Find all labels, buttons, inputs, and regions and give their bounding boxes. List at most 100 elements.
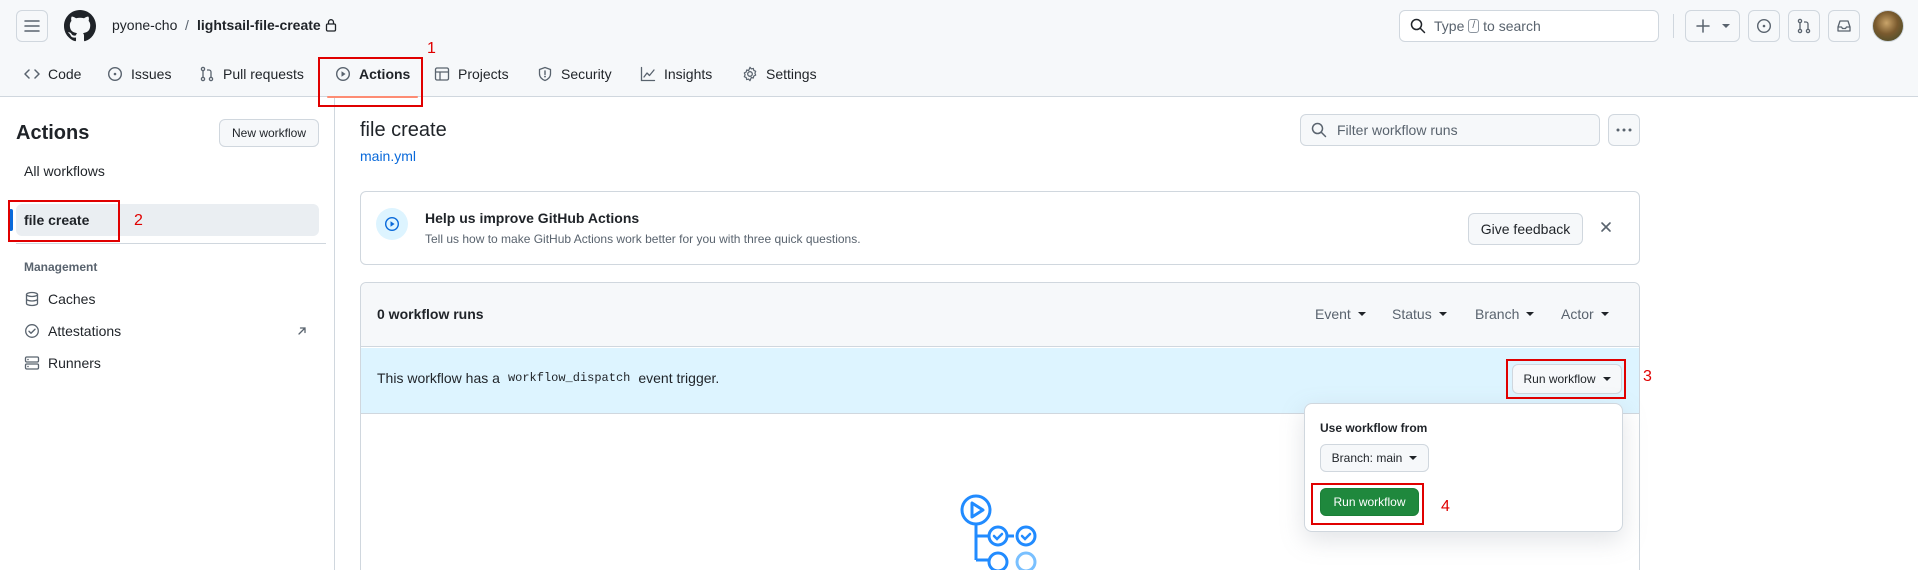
- dispatch-code: workflow_dispatch: [507, 371, 631, 385]
- chevron-down-icon: [1600, 312, 1609, 316]
- issues-button[interactable]: [1748, 10, 1780, 42]
- filter-label: Branch: [1475, 306, 1520, 322]
- hamburger-menu-button[interactable]: [16, 10, 48, 42]
- sidebar-item-attestations[interactable]: Attestations: [24, 322, 121, 340]
- sidebar-title: Actions: [16, 122, 90, 144]
- workflow-illustration-icon: [955, 490, 1045, 570]
- annotation-box-1: [318, 57, 423, 107]
- annotation-number-3: 3: [1643, 368, 1652, 385]
- chevron-down-icon: [1438, 312, 1447, 316]
- filter-label: Actor: [1561, 306, 1594, 322]
- search-input[interactable]: Type / to search: [1399, 10, 1659, 42]
- chevron-down-icon: [1357, 312, 1366, 316]
- annotation-number-4: 4: [1441, 498, 1450, 515]
- annotation-box-4: [1311, 483, 1424, 525]
- kebab-horizontal-icon: [1616, 128, 1632, 132]
- filter-workflow-runs-input[interactable]: Filter workflow runs: [1300, 114, 1600, 146]
- verified-icon: [25, 324, 39, 338]
- tab-insights[interactable]: Insights: [640, 60, 712, 88]
- play-icon: [384, 216, 400, 232]
- tab-label: Projects: [458, 66, 509, 82]
- pull-requests-button[interactable]: [1788, 10, 1820, 42]
- annotation-box-3: [1506, 359, 1626, 399]
- tab-label: Insights: [664, 66, 713, 82]
- management-heading: Management: [24, 260, 98, 274]
- issue-icon: [1756, 18, 1772, 34]
- tab-label: Code: [48, 66, 82, 82]
- database-icon: [25, 291, 39, 307]
- tab-label: Settings: [766, 66, 817, 82]
- dispatch-trigger-text: This workflow has a workflow_dispatch ev…: [377, 370, 719, 386]
- sidebar-item-runners[interactable]: Runners: [24, 354, 101, 372]
- search-icon: [1311, 122, 1327, 138]
- sidebar-divider: [16, 243, 326, 244]
- actor-filter-dropdown[interactable]: Actor: [1561, 306, 1609, 322]
- dispatch-prefix: This workflow has a: [377, 370, 500, 386]
- plus-icon: [1695, 19, 1710, 33]
- feedback-title: Help us improve GitHub Actions: [425, 210, 640, 226]
- tab-code[interactable]: Code: [24, 60, 81, 88]
- annotation-box-2: [8, 200, 120, 242]
- dispatch-suffix: event trigger.: [638, 370, 720, 386]
- breadcrumb-owner[interactable]: pyone-cho: [112, 16, 177, 34]
- tab-label: Issues: [131, 66, 172, 82]
- tab-pull-requests[interactable]: Pull requests: [199, 60, 304, 88]
- server-icon: [24, 356, 40, 370]
- lock-icon: [325, 18, 337, 32]
- search-suffix: to search: [1483, 18, 1541, 34]
- search-prefix: Type: [1434, 18, 1465, 34]
- breadcrumb-repo[interactable]: lightsail-file-create: [197, 16, 321, 34]
- status-filter-dropdown[interactable]: Status: [1392, 306, 1447, 322]
- use-workflow-from-heading: Use workflow from: [1320, 421, 1428, 435]
- filter-label: Status: [1392, 306, 1432, 322]
- annotation-number-1: 1: [427, 40, 436, 57]
- sidebar-item-label: All workflows: [24, 163, 105, 179]
- gear-icon: [743, 66, 757, 82]
- give-feedback-button[interactable]: Give feedback: [1468, 213, 1583, 245]
- annotation-number-2: 2: [134, 212, 143, 229]
- graph-icon: [640, 66, 656, 82]
- close-icon[interactable]: [1600, 221, 1612, 233]
- workflow-runs-count: 0 workflow runs: [377, 306, 484, 322]
- event-filter-dropdown[interactable]: Event: [1315, 306, 1366, 322]
- issue-icon: [107, 66, 123, 82]
- header-divider: [1673, 14, 1674, 38]
- tab-settings[interactable]: Settings: [742, 60, 817, 88]
- branch-filter-dropdown[interactable]: Branch: [1475, 306, 1535, 322]
- chevron-down-icon: [1526, 312, 1535, 316]
- workflow-runs-header: [361, 283, 1639, 347]
- tab-projects[interactable]: Projects: [434, 60, 509, 88]
- pull-request-icon: [1797, 18, 1811, 34]
- chevron-down-icon: [1721, 24, 1730, 28]
- external-link-icon: [297, 326, 307, 336]
- sidebar-item-label: Runners: [48, 355, 101, 371]
- workflow-title: file create: [360, 119, 447, 141]
- filter-label: Event: [1315, 306, 1351, 322]
- sidebar-item-all-workflows[interactable]: All workflows: [24, 162, 105, 180]
- feedback-icon-circle: [376, 208, 408, 240]
- more-options-button[interactable]: [1608, 114, 1640, 146]
- new-workflow-button[interactable]: New workflow: [219, 119, 319, 147]
- sidebar-item-caches[interactable]: Caches: [24, 290, 95, 308]
- table-icon: [434, 67, 450, 81]
- feedback-subtitle: Tell us how to make GitHub Actions work …: [425, 232, 861, 246]
- inbox-button[interactable]: [1828, 10, 1860, 42]
- tab-security[interactable]: Security: [537, 60, 612, 88]
- tab-issues[interactable]: Issues: [107, 60, 171, 88]
- avatar[interactable]: [1872, 10, 1904, 42]
- filter-placeholder: Filter workflow runs: [1337, 122, 1458, 138]
- menu-icon: [24, 20, 40, 32]
- pull-request-icon: [200, 66, 214, 82]
- breadcrumb-separator: /: [185, 17, 189, 33]
- tab-label: Pull requests: [223, 66, 304, 82]
- shield-icon: [538, 66, 552, 82]
- code-icon: [24, 69, 40, 79]
- github-logo-icon[interactable]: [64, 10, 96, 42]
- branch-select-button[interactable]: Branch: main: [1320, 444, 1429, 472]
- sidebar-item-label: Caches: [48, 291, 96, 307]
- workflow-file-link[interactable]: main.yml: [360, 148, 416, 164]
- feedback-banner: [360, 191, 1640, 265]
- sidebar-item-label: Attestations: [48, 323, 122, 339]
- create-new-button[interactable]: [1685, 10, 1740, 42]
- chevron-down-icon: [1409, 456, 1418, 460]
